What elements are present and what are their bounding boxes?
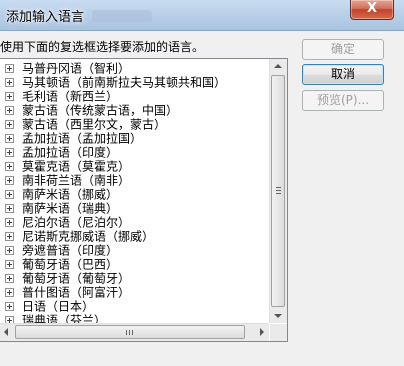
dialog-bottom-area: [0, 342, 404, 366]
language-item[interactable]: 孟加拉语（印度）: [0, 145, 119, 160]
expand-icon[interactable]: [5, 274, 14, 283]
expand-icon[interactable]: [5, 288, 14, 297]
language-label: 马普丹冈语（智利）: [22, 61, 131, 76]
language-item[interactable]: 普什图语（阿富汗）: [0, 285, 131, 300]
language-item[interactable]: 葡萄牙语（巴西）: [0, 257, 119, 272]
language-label: 南非荷兰语（南非）: [22, 173, 131, 188]
language-label: 日语（日本）: [22, 299, 95, 314]
close-button[interactable]: X: [350, 0, 394, 20]
window-title: 添加输入语言: [6, 10, 85, 25]
language-label: 葡萄牙语（葡萄牙）: [22, 271, 131, 286]
horizontal-scroll-thumb[interactable]: [15, 325, 245, 339]
title-bar-blur: [92, 10, 152, 22]
language-item[interactable]: 南萨米语（瑞典）: [0, 201, 119, 216]
expand-icon[interactable]: [5, 246, 14, 255]
language-label: 马其顿语（前南斯拉夫马其顿共和国）: [22, 75, 227, 90]
expand-icon[interactable]: [5, 218, 14, 227]
language-item[interactable]: 蒙古语（西里尔文，蒙古）: [0, 117, 167, 132]
language-item[interactable]: 孟加拉语（孟加拉国）: [0, 131, 143, 146]
language-item[interactable]: 蒙古语（传统蒙古语，中国）: [0, 103, 179, 118]
expand-icon[interactable]: [5, 64, 14, 73]
language-label: 尼诺斯克挪威语（挪威）: [22, 229, 155, 244]
language-label: 孟加拉语（孟加拉国）: [22, 131, 143, 146]
expand-icon[interactable]: [5, 148, 14, 157]
language-label: 旁遮普语（印度）: [22, 243, 119, 258]
scroll-left-arrow-icon[interactable]: [4, 328, 8, 336]
thumb-grip: [129, 330, 130, 335]
language-item[interactable]: 南非荷兰语（南非）: [0, 173, 131, 188]
expand-icon[interactable]: [5, 106, 14, 115]
expand-icon[interactable]: [5, 232, 14, 241]
scroll-right-arrow-icon[interactable]: [260, 328, 264, 336]
expand-icon[interactable]: [5, 260, 14, 269]
title-bar: 添加输入语言 X: [0, 0, 404, 31]
scroll-up-arrow-icon[interactable]: [274, 64, 282, 68]
language-label: 尼泊尔语（尼泊尔）: [22, 215, 131, 230]
expand-icon[interactable]: [5, 302, 14, 311]
thumb-grip: [132, 330, 133, 335]
vertical-scrollbar[interactable]: [269, 59, 287, 323]
thumb-grip: [276, 193, 281, 194]
language-label: 莫霍克语（莫霍克）: [22, 159, 131, 174]
language-label: 蒙古语（传统蒙古语，中国）: [22, 103, 179, 118]
language-item[interactable]: 马普丹冈语（智利）: [0, 61, 131, 76]
language-item[interactable]: 莫霍克语（莫霍克）: [0, 159, 131, 174]
language-label: 南萨米语（瑞典）: [22, 201, 119, 216]
expand-icon[interactable]: [5, 120, 14, 129]
cancel-button[interactable]: 取消: [302, 64, 384, 85]
expand-icon[interactable]: [5, 92, 14, 101]
language-item[interactable]: 南萨米语（挪威）: [0, 187, 119, 202]
language-item[interactable]: 日语（日本）: [0, 299, 95, 314]
instruction-text: 使用下面的复选框选择要添加的语言。: [0, 40, 205, 54]
language-item[interactable]: 葡萄牙语（葡萄牙）: [0, 271, 131, 286]
language-item[interactable]: 尼诺斯克挪威语（挪威）: [0, 229, 155, 244]
language-item[interactable]: 马其顿语（前南斯拉夫马其顿共和国）: [0, 75, 227, 90]
thumb-grip: [276, 187, 281, 188]
expand-icon[interactable]: [5, 176, 14, 185]
horizontal-scrollbar[interactable]: [0, 323, 269, 341]
language-label: 葡萄牙语（巴西）: [22, 257, 119, 272]
language-label: 蒙古语（西里尔文，蒙古）: [22, 117, 167, 132]
language-tree[interactable]: 马普丹冈语（智利） 马其顿语（前南斯拉夫马其顿共和国） 毛利语（新西兰） 蒙古语…: [0, 58, 288, 342]
expand-icon[interactable]: [5, 78, 14, 87]
language-item[interactable]: 尼泊尔语（尼泊尔）: [0, 215, 131, 230]
scroll-down-arrow-icon[interactable]: [274, 314, 282, 318]
language-item[interactable]: 毛利语（新西兰）: [0, 89, 119, 104]
language-label: 南萨米语（挪威）: [22, 187, 119, 202]
expand-icon[interactable]: [5, 190, 14, 199]
language-label: 孟加拉语（印度）: [22, 145, 119, 160]
vertical-scroll-thumb[interactable]: [271, 75, 285, 307]
expand-icon[interactable]: [5, 162, 14, 171]
expand-icon[interactable]: [5, 134, 14, 143]
language-label: 毛利语（新西兰）: [22, 89, 119, 104]
language-item[interactable]: 旁遮普语（印度）: [0, 243, 119, 258]
preview-button[interactable]: 预览(P)...: [302, 90, 384, 111]
language-label: 普什图语（阿富汗）: [22, 285, 131, 300]
thumb-grip: [276, 190, 281, 191]
ok-button[interactable]: 确定: [302, 39, 384, 60]
thumb-grip: [126, 330, 127, 335]
expand-icon[interactable]: [5, 204, 14, 213]
scroll-corner: [270, 324, 287, 341]
